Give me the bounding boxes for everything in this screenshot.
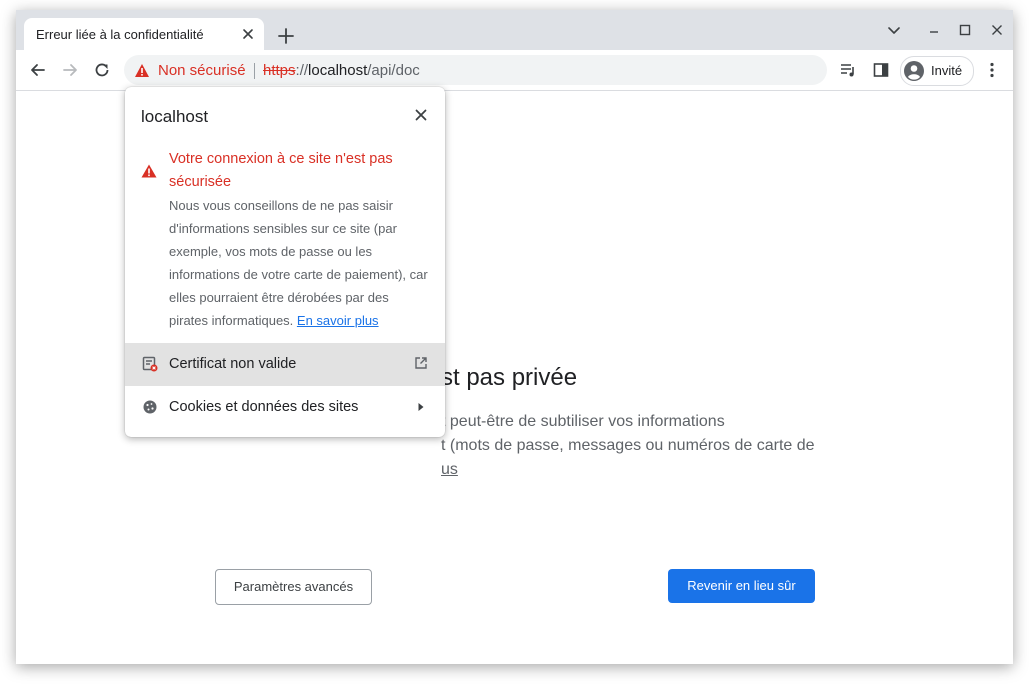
arrow-left-icon[interactable] (28, 60, 48, 80)
close-window-icon[interactable] (989, 22, 1005, 38)
plus-icon[interactable] (274, 24, 298, 48)
close-icon[interactable] (240, 26, 256, 42)
tab-strip: Erreur liée à la confidentialité (16, 10, 1013, 50)
certificate-label: Certificat non valide (169, 356, 297, 372)
security-status[interactable]: Non sécurisé (158, 62, 246, 79)
reload-icon[interactable] (92, 60, 112, 80)
address-bar[interactable]: Non sécurisé https://localhost/api/doc (124, 55, 827, 85)
url-path: /api/doc (367, 62, 420, 79)
cookies-label: Cookies et données des sites (169, 399, 359, 415)
back-to-safety-button[interactable]: Revenir en lieu sûr (668, 569, 815, 603)
learn-more-link[interactable]: En savoir plus (297, 313, 379, 328)
tab-title: Erreur liée à la confidentialité (36, 27, 204, 42)
error-heading: st pas privée (441, 364, 578, 391)
learn-more-link-fragment[interactable]: us (441, 461, 458, 479)
kebab-menu-icon[interactable] (982, 60, 1002, 80)
url-scheme: https (263, 62, 296, 79)
popup-warning-text: Nous vous conseillons de ne pas saisir d… (169, 198, 428, 328)
certificate-row[interactable]: Certificat non valide (125, 343, 445, 386)
url-separator: :// (295, 62, 309, 79)
active-tab[interactable]: Erreur liée à la confidentialité (24, 18, 264, 50)
popup-host: localhost (141, 107, 209, 126)
error-paragraph-line: t peut-être de subtiliser vos informatio… (441, 413, 725, 430)
url-text[interactable]: https://localhost/api/doc (263, 62, 420, 79)
guest-avatar-icon (904, 61, 924, 81)
certificate-invalid-icon (142, 356, 158, 372)
media-queue-icon[interactable] (838, 60, 858, 80)
cookie-icon (143, 400, 157, 414)
error-paragraph-line: t (mots de passe, messages ou numéros de… (441, 437, 815, 454)
browser-window: Erreur liée à la confidentialité Non séc… (16, 10, 1013, 664)
cookies-row[interactable]: Cookies et données des sites (125, 386, 445, 429)
toolbar: Non sécurisé https://localhost/api/doc I… (16, 50, 1013, 91)
external-link-icon (415, 357, 427, 369)
profile-button[interactable]: Invité (900, 56, 974, 86)
triangle-right-icon (418, 403, 424, 411)
warning-triangle-icon[interactable] (134, 63, 150, 78)
profile-label: Invité (931, 63, 963, 78)
minimize-icon[interactable] (926, 22, 942, 38)
warning-triangle-icon (141, 164, 157, 178)
url-host: localhost (308, 62, 368, 79)
advanced-button[interactable]: Paramètres avancés (215, 569, 372, 605)
popup-warning-title: Votre connexion à ce site n'est pas sécu… (169, 151, 393, 190)
omnibox-divider (254, 63, 255, 79)
chevron-down-icon[interactable] (886, 22, 902, 38)
popup-warning-body: Nous vous conseillons de ne pas saisir d… (169, 194, 431, 332)
arrow-right-icon[interactable] (60, 60, 80, 80)
close-icon[interactable] (413, 107, 429, 123)
maximize-icon[interactable] (957, 22, 973, 38)
site-info-popup: localhost Votre connexion à ce site n'es… (125, 87, 445, 437)
side-panel-icon[interactable] (871, 60, 891, 80)
